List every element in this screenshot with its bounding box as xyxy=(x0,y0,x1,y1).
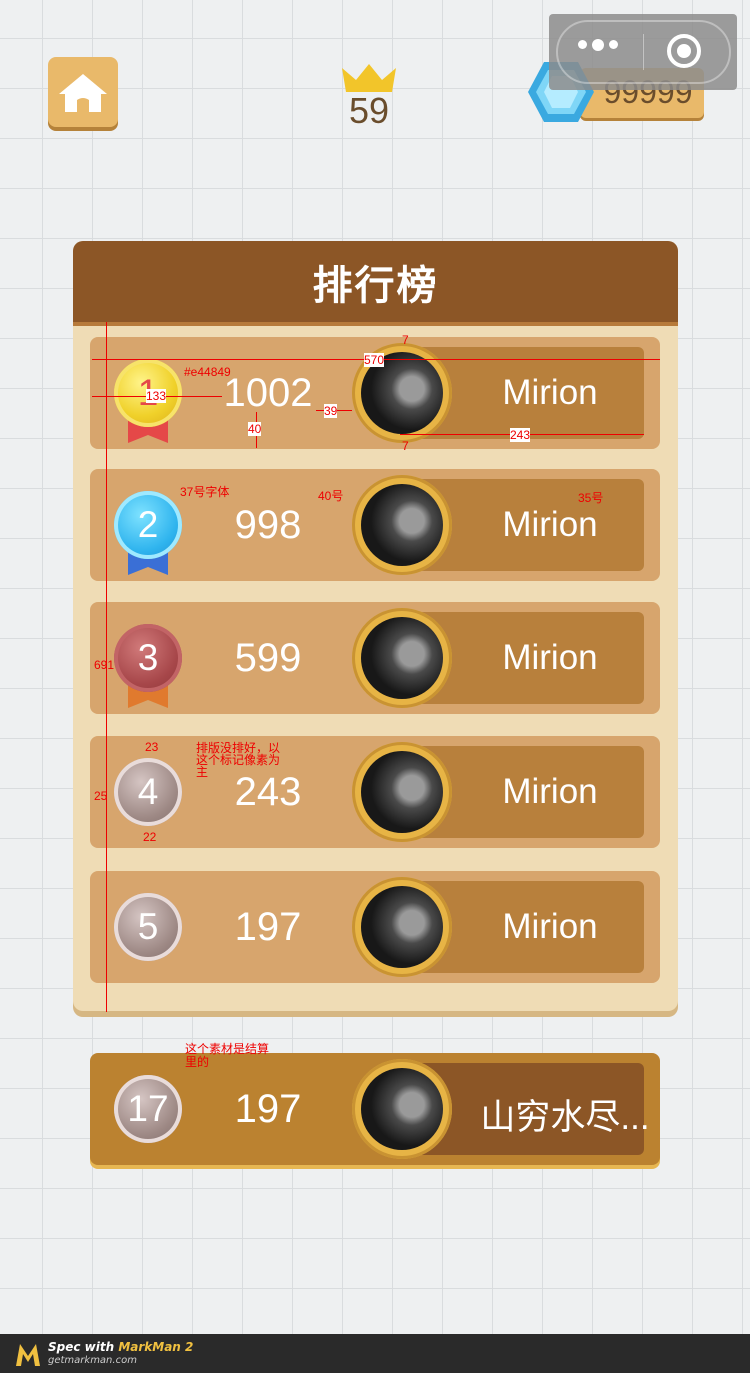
font-annotation: 37号字体 xyxy=(180,485,230,499)
markman-footer: Spec with MarkMan 2 getmarkman.com xyxy=(0,1334,750,1373)
measure-label: 691 xyxy=(94,658,115,672)
self-rank-row[interactable]: 17 197 山穷水尽... xyxy=(90,1053,660,1165)
layout-note: 排版没排好，以 这个标记像素为 主 xyxy=(196,742,280,778)
footer-prefix: Spec with xyxy=(48,1339,119,1354)
measure-label: 243 xyxy=(510,428,531,442)
rank-number: 4 xyxy=(137,771,159,812)
capsule-divider xyxy=(643,34,644,70)
rank-number: 5 xyxy=(137,906,159,947)
measure-label: 40 xyxy=(248,422,262,436)
avatar[interactable] xyxy=(352,1059,452,1159)
measure-label: 22 xyxy=(143,830,157,844)
player-name: Mirion xyxy=(502,772,598,811)
player-name: Mirion xyxy=(502,907,598,946)
home-icon xyxy=(59,74,107,112)
score: 998 xyxy=(234,503,302,547)
footer-url: getmarkman.com xyxy=(48,1354,137,1366)
medal-group: 5 xyxy=(90,871,210,983)
footer-line1: Spec with MarkMan 2 xyxy=(48,1339,194,1354)
avatar-photo xyxy=(361,1068,443,1150)
player-name: 山穷水尽... xyxy=(480,1098,650,1137)
rank-number: 3 xyxy=(137,637,159,678)
medal-gray-icon: 4 xyxy=(114,758,182,826)
rank-row-3[interactable]: 3 599 Mirion xyxy=(90,602,660,714)
rank-row-2[interactable]: 2 998 Mirion xyxy=(90,469,660,581)
medal-gray-icon: 17 xyxy=(114,1075,182,1143)
medal-blue-icon: 2 xyxy=(114,491,182,559)
note-line: 主 xyxy=(196,765,209,779)
rank-row-4[interactable]: 4 243 Mirion xyxy=(90,736,660,848)
rank-row-5[interactable]: 5 197 Mirion xyxy=(90,871,660,983)
home-button[interactable] xyxy=(48,57,118,127)
score: 599 xyxy=(234,636,302,680)
material-note: 这个素材是结算 里的 xyxy=(185,1043,269,1069)
markman-logo-icon xyxy=(16,1343,40,1366)
font-annotation: 40号 xyxy=(318,489,344,503)
leaderboard-header: 排行榜 xyxy=(73,241,678,322)
close-target-icon[interactable] xyxy=(667,34,701,68)
font-annotation: 35号 xyxy=(578,491,604,505)
footer-text: Spec with MarkMan 2 getmarkman.com xyxy=(48,1339,194,1367)
medal-group: 17 xyxy=(90,1053,210,1165)
page-title: 排行榜 xyxy=(312,262,439,309)
color-annotation: #e44849 xyxy=(184,365,231,379)
note-line: 这个标记像素为 xyxy=(196,753,281,767)
measure-label: 25 xyxy=(94,789,108,803)
measure-label: 570 xyxy=(364,353,385,367)
rank-number: 17 xyxy=(127,1088,169,1129)
level-number: 59 xyxy=(348,90,390,131)
footer-brand: MarkMan 2 xyxy=(118,1339,194,1354)
measure-label: 23 xyxy=(145,740,159,754)
medal-gray-icon: 5 xyxy=(114,893,182,961)
rank-number: 2 xyxy=(137,504,159,545)
measure-label: 7 xyxy=(402,333,409,347)
measure-label: 39 xyxy=(324,404,338,418)
medal-bronze-icon: 3 xyxy=(114,624,182,692)
score: 197 xyxy=(234,1087,302,1131)
player-name: Mirion xyxy=(502,638,598,677)
player-name: Mirion xyxy=(502,505,598,544)
player-name: Mirion xyxy=(502,373,598,412)
measure-label: 7 xyxy=(402,439,409,453)
measure-label: 133 xyxy=(146,389,167,403)
score: 197 xyxy=(234,905,302,949)
more-icon[interactable] xyxy=(578,39,618,51)
note-line: 里的 xyxy=(185,1055,210,1069)
